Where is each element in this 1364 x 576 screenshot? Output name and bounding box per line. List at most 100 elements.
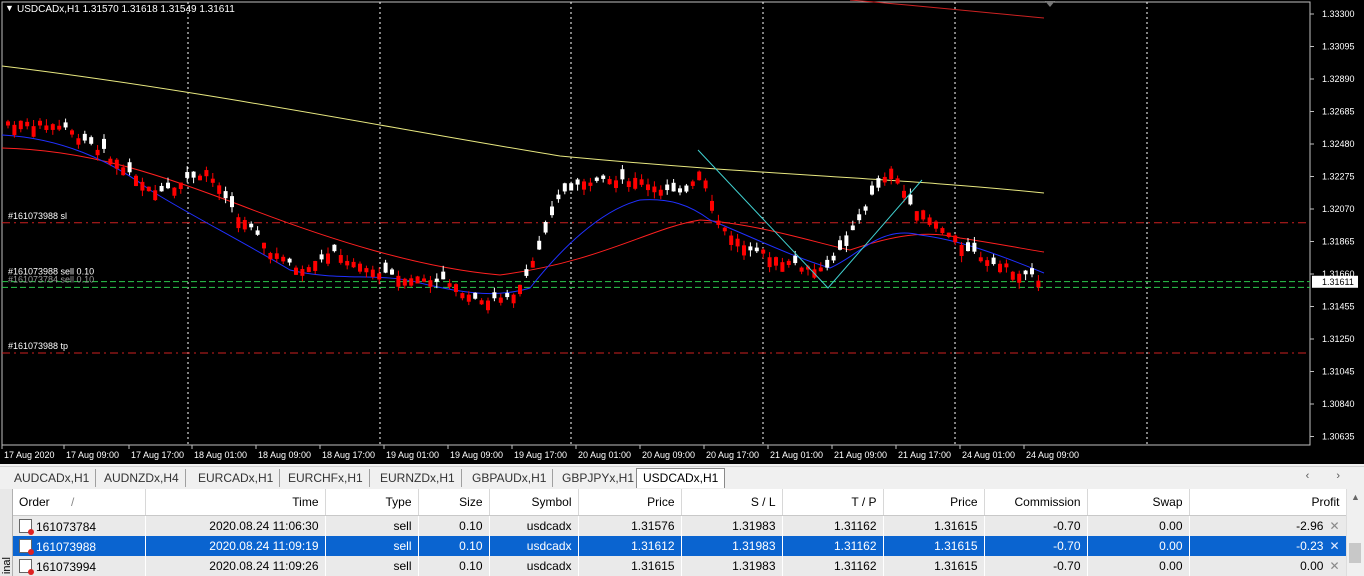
moving-average-far [849,0,1045,19]
close-order-icon[interactable]: ✕ [1329,559,1339,573]
chart-tab-gbpaudx-h1[interactable]: GBPAUDx,H1 [466,469,554,487]
candle-body [402,278,407,286]
chart-tab-usdcadx-h1[interactable]: USDCADx,H1 [636,468,726,488]
chart-tab-audcadx-h1[interactable]: AUDCADx,H1 [8,469,97,487]
chart-tab-audnzdx-h4[interactable]: AUDNZDx,H4 [98,469,186,487]
cell-type: sell [325,536,418,556]
candle-body [460,293,465,299]
candle-body [89,137,94,144]
chart-tab-eurnzdx-h1[interactable]: EURNZDx,H1 [374,469,462,487]
time-axis-label: 19 Aug 01:00 [386,450,439,460]
candle-body [102,138,106,149]
column-header-symbol-4[interactable]: Symbol [489,489,579,516]
order-row[interactable]: 161073994 2020.08.24 11:09:26 sell 0.10 usdc… [13,556,1346,576]
price-axis-label: 1.33300 [1322,9,1355,19]
profit-value: -0.23 [1296,539,1324,553]
chart-tab-eurchfx-h1[interactable]: EURCHFx,H1 [282,469,370,487]
candle-body [543,222,548,233]
price-axis-label: 1.32685 [1322,107,1355,117]
cell-size: 0.10 [418,536,489,556]
candle-body [18,120,23,130]
column-header-sl-6[interactable]: S / L [681,489,783,516]
price-axis-label: 1.31250 [1322,334,1355,344]
cell-swap: 0.00 [1087,556,1189,576]
candle-body [575,179,580,185]
candle-body [166,182,170,189]
cell-sl: 1.31983 [681,536,782,556]
candle-body [978,257,983,262]
candle-body [153,190,158,201]
candle-body [850,225,855,231]
cell-order: 161073784 [13,515,145,536]
order-number: 161073784 [36,519,97,534]
candle-body [140,181,145,191]
candle-body [358,263,362,272]
time-axis-label: 20 Aug 17:00 [706,450,759,460]
candle-body [428,280,433,287]
candle-body [121,167,126,176]
column-header-tp-7[interactable]: T / P [782,489,884,516]
chart-tabs-bar: AUDCADx,H1 AUDNZDx,H4 EURCADx,H1 EURCHFx,H1… [0,466,1364,489]
chart-tab-eurcadx-h1[interactable]: EURCADx,H1 [192,469,281,487]
candle-body [620,169,625,180]
candle-body [972,242,977,252]
tab-scroll-arrows-icon[interactable]: ‹ › [1306,470,1352,482]
close-order-icon[interactable]: ✕ [1329,519,1339,533]
candle-body [498,297,503,303]
candle-body [703,180,708,189]
candle-body [63,122,68,128]
column-header-size-3[interactable]: Size [418,489,490,516]
candle-body [217,185,222,194]
candle-body [57,125,62,130]
chart-header: USDCADx,H1 1.31570 1.31618 1.31549 1.316… [17,4,235,15]
candle-body [998,263,1002,273]
column-header-order-0[interactable]: Order / [13,489,146,516]
candle-body [236,217,241,229]
terminal-side-label: inal [0,489,13,576]
candle-body [818,267,823,272]
candle-body [159,185,164,192]
scroll-up-icon[interactable]: ▲ [1351,492,1360,502]
cell-cur_price: 1.31615 [883,556,984,576]
candle-body [511,294,516,304]
column-header-price-8[interactable]: Price [883,489,985,516]
candle-body [70,130,74,135]
cell-commission: -0.70 [984,515,1087,536]
candle-body [1036,280,1041,288]
price-chart[interactable]: 1.33300 1.33095 1.32890 1.32685 1.32480 1.322… [0,0,1364,464]
column-header-time-1[interactable]: Time [145,489,326,516]
cell-size: 0.10 [418,556,489,576]
time-axis-label: 24 Aug 09:00 [1026,450,1079,460]
scrollbar-thumb[interactable] [1349,543,1361,563]
candle-body [223,191,228,199]
cell-sl: 1.31983 [681,515,782,536]
column-header-price-5[interactable]: Price [578,489,682,516]
candle-body [396,275,401,287]
chart-tab-gbpjpyx-h1[interactable]: GBPJPYx,H1 [556,469,640,487]
column-header-profit-11[interactable]: Profit [1189,489,1347,516]
close-order-icon[interactable]: ✕ [1329,539,1339,553]
cell-cur_price: 1.31615 [883,515,984,536]
candle-body [191,171,196,178]
candle-body [857,214,862,221]
candle-body [172,187,177,196]
vertical-scrollbar[interactable]: ▲ [1346,489,1364,576]
column-header-swap-10[interactable]: Swap [1087,489,1190,516]
candle-body [82,133,87,141]
order-row[interactable]: 161073784 2020.08.24 11:06:30 sell 0.10 usdc… [13,515,1346,536]
cell-sl: 1.31983 [681,556,782,576]
column-header-type-2[interactable]: Type [325,489,419,516]
cell-tp: 1.31162 [782,515,883,536]
cell-symbol: usdcadx [489,536,578,556]
candle-body [966,242,970,252]
cell-profit: -0.23 ✕ [1189,536,1346,556]
candle-body [761,249,766,254]
candle-body [697,171,702,181]
candle-body [562,183,567,192]
column-header-commission-9[interactable]: Commission [984,489,1088,516]
candle-body [825,259,830,268]
candle-body [255,230,260,235]
candle-body [748,246,753,251]
candle-body [914,211,919,221]
order-row[interactable]: 161073988 2020.08.24 11:09:19 sell 0.10 usdc… [13,536,1346,556]
